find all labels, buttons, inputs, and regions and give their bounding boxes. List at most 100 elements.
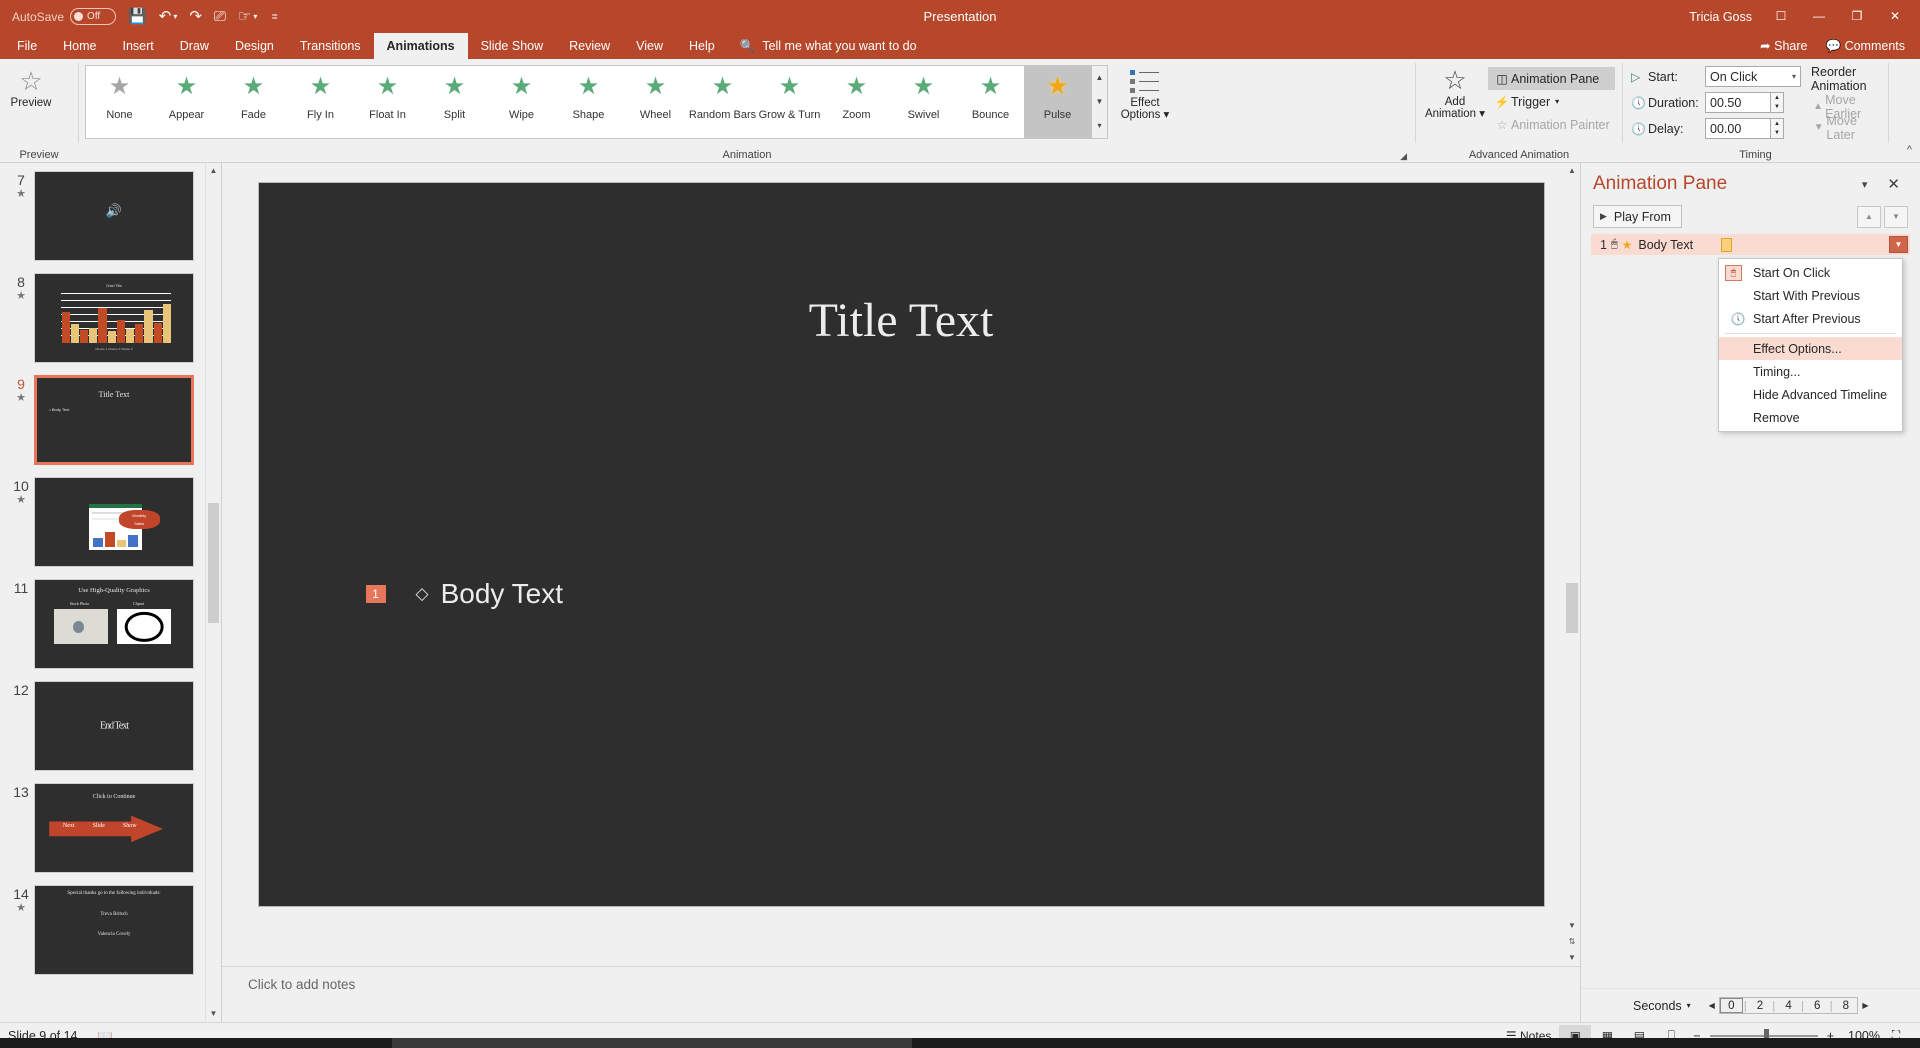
tab-animations[interactable]: Animations bbox=[373, 33, 468, 59]
ribbon-display-options-icon[interactable]: ☐ bbox=[1762, 0, 1800, 33]
comments-button[interactable]: 💬 Comments bbox=[1817, 33, 1915, 59]
move-later-button[interactable]: ▼ Move Later bbox=[1811, 114, 1880, 142]
animation-gallery-scrollbar[interactable]: ▲ ▼ ▾ bbox=[1092, 65, 1108, 139]
slide-thumbnail-8[interactable]: Chart Title Choice 1 Choice 2 Choice 3 bbox=[34, 273, 194, 363]
next-slide-icon[interactable]: ▼ bbox=[1564, 950, 1580, 966]
animation-random-bars[interactable]: ★ Random Bars bbox=[689, 66, 756, 138]
animation-painter-button[interactable]: ☆ Animation Painter bbox=[1488, 113, 1615, 136]
move-down-icon[interactable]: ▼ bbox=[1884, 205, 1908, 228]
animation-none[interactable]: ★ None bbox=[86, 66, 153, 138]
scrollbar-thumb[interactable] bbox=[1566, 583, 1578, 633]
animation-wipe[interactable]: ★ Wipe bbox=[488, 66, 555, 138]
current-slide[interactable]: Title Text 1 ◇ Body Text bbox=[258, 183, 1544, 906]
touch-mode-button[interactable]: ☞ ▾ bbox=[232, 4, 263, 30]
save-button[interactable]: 💾 bbox=[122, 4, 153, 30]
autosave-toggle[interactable]: AutoSave Off bbox=[6, 4, 122, 30]
animation-bounce[interactable]: ★ Bounce bbox=[957, 66, 1024, 138]
animation-dialog-launcher[interactable]: ◢ bbox=[1400, 151, 1407, 162]
animation-gallery[interactable]: ★ None ★ Appear ★ Fade ★ Fly In ★ Float In ★ Split ★… bbox=[85, 65, 1092, 139]
animation-grow-turn[interactable]: ★ Grow & Turn bbox=[756, 66, 823, 138]
trigger-button[interactable]: ⚡ Trigger ▾ bbox=[1488, 90, 1615, 113]
animation-split[interactable]: ★ Split bbox=[421, 66, 488, 138]
tab-view[interactable]: View bbox=[623, 33, 676, 59]
tab-help[interactable]: Help bbox=[676, 33, 728, 59]
collapse-ribbon-icon[interactable]: ^ bbox=[1907, 144, 1912, 156]
taskbar-active-window[interactable] bbox=[392, 1038, 912, 1048]
tab-home[interactable]: Home bbox=[50, 33, 109, 59]
animation-zoom[interactable]: ★ Zoom bbox=[823, 66, 890, 138]
slide-thumbnail-13[interactable]: Click to Continue Next Slide Show bbox=[34, 783, 194, 873]
tab-slide-show[interactable]: Slide Show bbox=[468, 33, 557, 59]
tab-transitions[interactable]: Transitions bbox=[287, 33, 374, 59]
slide-thumbnail-pane[interactable]: 7 ★ 🔊 8 ★ Chart Title Choice 1 Choice 2 Choice… bbox=[0, 163, 222, 1022]
menu-item-start-on-click[interactable]: 🖱 Start On Click bbox=[1719, 261, 1902, 284]
animation-pane-button[interactable]: ◫ Animation Pane bbox=[1488, 67, 1615, 90]
animation-indicator-icon[interactable]: ★ bbox=[8, 290, 34, 303]
gallery-more-icon[interactable]: ▾ bbox=[1092, 114, 1107, 138]
preview-button[interactable]: ☆ Preview bbox=[0, 62, 62, 109]
animation-pulse[interactable]: ★ Pulse bbox=[1024, 66, 1091, 138]
seconds-dropdown[interactable]: Seconds ▾ bbox=[1633, 999, 1691, 1013]
slide-thumbnail-7[interactable]: 🔊 bbox=[34, 171, 194, 261]
thumbnail-scrollbar[interactable]: ▲ ▼ bbox=[205, 163, 221, 1022]
close-button[interactable]: ✕ bbox=[1876, 0, 1914, 33]
scroll-left-icon[interactable]: ◀ bbox=[1705, 1001, 1719, 1010]
scroll-down-icon[interactable]: ▼ bbox=[206, 1006, 221, 1022]
animation-fly-in[interactable]: ★ Fly In bbox=[287, 66, 354, 138]
animation-swivel[interactable]: ★ Swivel bbox=[890, 66, 957, 138]
scrollbar-thumb[interactable] bbox=[208, 503, 219, 623]
tab-file[interactable]: File bbox=[4, 33, 50, 59]
play-from-button[interactable]: ▶ Play From bbox=[1593, 205, 1682, 228]
menu-item-hide-advanced-timeline[interactable]: Hide Advanced Timeline bbox=[1719, 383, 1902, 406]
slide-thumbnail-9[interactable]: Title Text • Body Text bbox=[34, 375, 194, 465]
animation-indicator-icon[interactable]: ★ bbox=[8, 188, 34, 201]
animation-shape[interactable]: ★ Shape bbox=[555, 66, 622, 138]
close-icon[interactable]: ✕ bbox=[1879, 171, 1908, 197]
tab-review[interactable]: Review bbox=[556, 33, 623, 59]
slide-thumbnail-12[interactable]: End Text bbox=[34, 681, 194, 771]
tab-insert[interactable]: Insert bbox=[110, 33, 167, 59]
animation-fade[interactable]: ★ Fade bbox=[220, 66, 287, 138]
pane-options-icon[interactable]: ▾ bbox=[1854, 174, 1876, 195]
undo-button[interactable]: ↶ ▾ bbox=[153, 4, 184, 30]
delay-stepper[interactable]: ▲ ▼ bbox=[1771, 118, 1784, 139]
animation-timeline-bar[interactable] bbox=[1721, 237, 1733, 252]
scroll-down-icon[interactable]: ▼ bbox=[1564, 918, 1580, 934]
animation-indicator-icon[interactable]: ★ bbox=[8, 902, 34, 915]
gallery-scroll-down-icon[interactable]: ▼ bbox=[1092, 90, 1107, 114]
menu-item-effect-options[interactable]: Effect Options... bbox=[1719, 337, 1902, 360]
delay-input[interactable]: 00.00 bbox=[1705, 118, 1771, 139]
start-select[interactable]: On Click ▾ bbox=[1705, 66, 1801, 87]
slide-thumbnail-11[interactable]: Use High-Quality Graphics Stock Photo Clip… bbox=[34, 579, 194, 669]
scroll-up-icon[interactable]: ▲ bbox=[1564, 163, 1580, 179]
animation-order-badge[interactable]: 1 bbox=[365, 585, 386, 603]
customize-quick-access-button[interactable]: ≣ bbox=[263, 4, 284, 30]
slide-vertical-scrollbar[interactable]: ▲ ▼ ⇅ ▼ bbox=[1564, 163, 1580, 966]
menu-item-start-after-previous[interactable]: 🕔 Start After Previous bbox=[1719, 307, 1902, 330]
slide-body-placeholder[interactable]: Body Text bbox=[441, 578, 563, 610]
minimize-button[interactable]: — bbox=[1800, 0, 1838, 33]
menu-item-timing[interactable]: Timing... bbox=[1719, 360, 1902, 383]
animation-pane-item[interactable]: 1 🖱 ★ Body Text ▼ bbox=[1591, 234, 1910, 255]
menu-item-start-with-previous[interactable]: Start With Previous bbox=[1719, 284, 1902, 307]
notes-pane[interactable]: Click to add notes bbox=[222, 966, 1580, 1022]
tell-me-box[interactable]: 🔍 Tell me what you want to do bbox=[740, 33, 917, 59]
autosave-switch[interactable]: Off bbox=[70, 8, 117, 25]
previous-slide-icon[interactable]: ⇅ bbox=[1564, 934, 1580, 950]
start-presentation-button[interactable]: ⎚ bbox=[208, 4, 232, 30]
duration-stepper[interactable]: ▲ ▼ bbox=[1771, 92, 1784, 113]
slide-title-placeholder[interactable]: Title Text bbox=[259, 293, 1544, 348]
animation-wheel[interactable]: ★ Wheel bbox=[622, 66, 689, 138]
scroll-right-icon[interactable]: ▶ bbox=[1858, 1001, 1872, 1010]
menu-item-remove[interactable]: Remove bbox=[1719, 406, 1902, 429]
scroll-up-icon[interactable]: ▲ bbox=[206, 163, 221, 179]
animation-appear[interactable]: ★ Appear bbox=[153, 66, 220, 138]
animation-context-menu[interactable]: 🖱 Start On Click Start With Previous 🕔 Start… bbox=[1718, 258, 1903, 432]
gallery-scroll-up-icon[interactable]: ▲ bbox=[1092, 66, 1107, 90]
restore-button[interactable]: ❐ bbox=[1838, 0, 1876, 33]
duration-input[interactable]: 00.50 bbox=[1705, 92, 1771, 113]
effect-options-button[interactable]: Effect Options ▾ bbox=[1114, 62, 1176, 121]
animation-indicator-icon[interactable]: ★ bbox=[8, 392, 34, 405]
chevron-down-icon[interactable]: ▼ bbox=[1889, 236, 1908, 253]
tab-design[interactable]: Design bbox=[222, 33, 287, 59]
